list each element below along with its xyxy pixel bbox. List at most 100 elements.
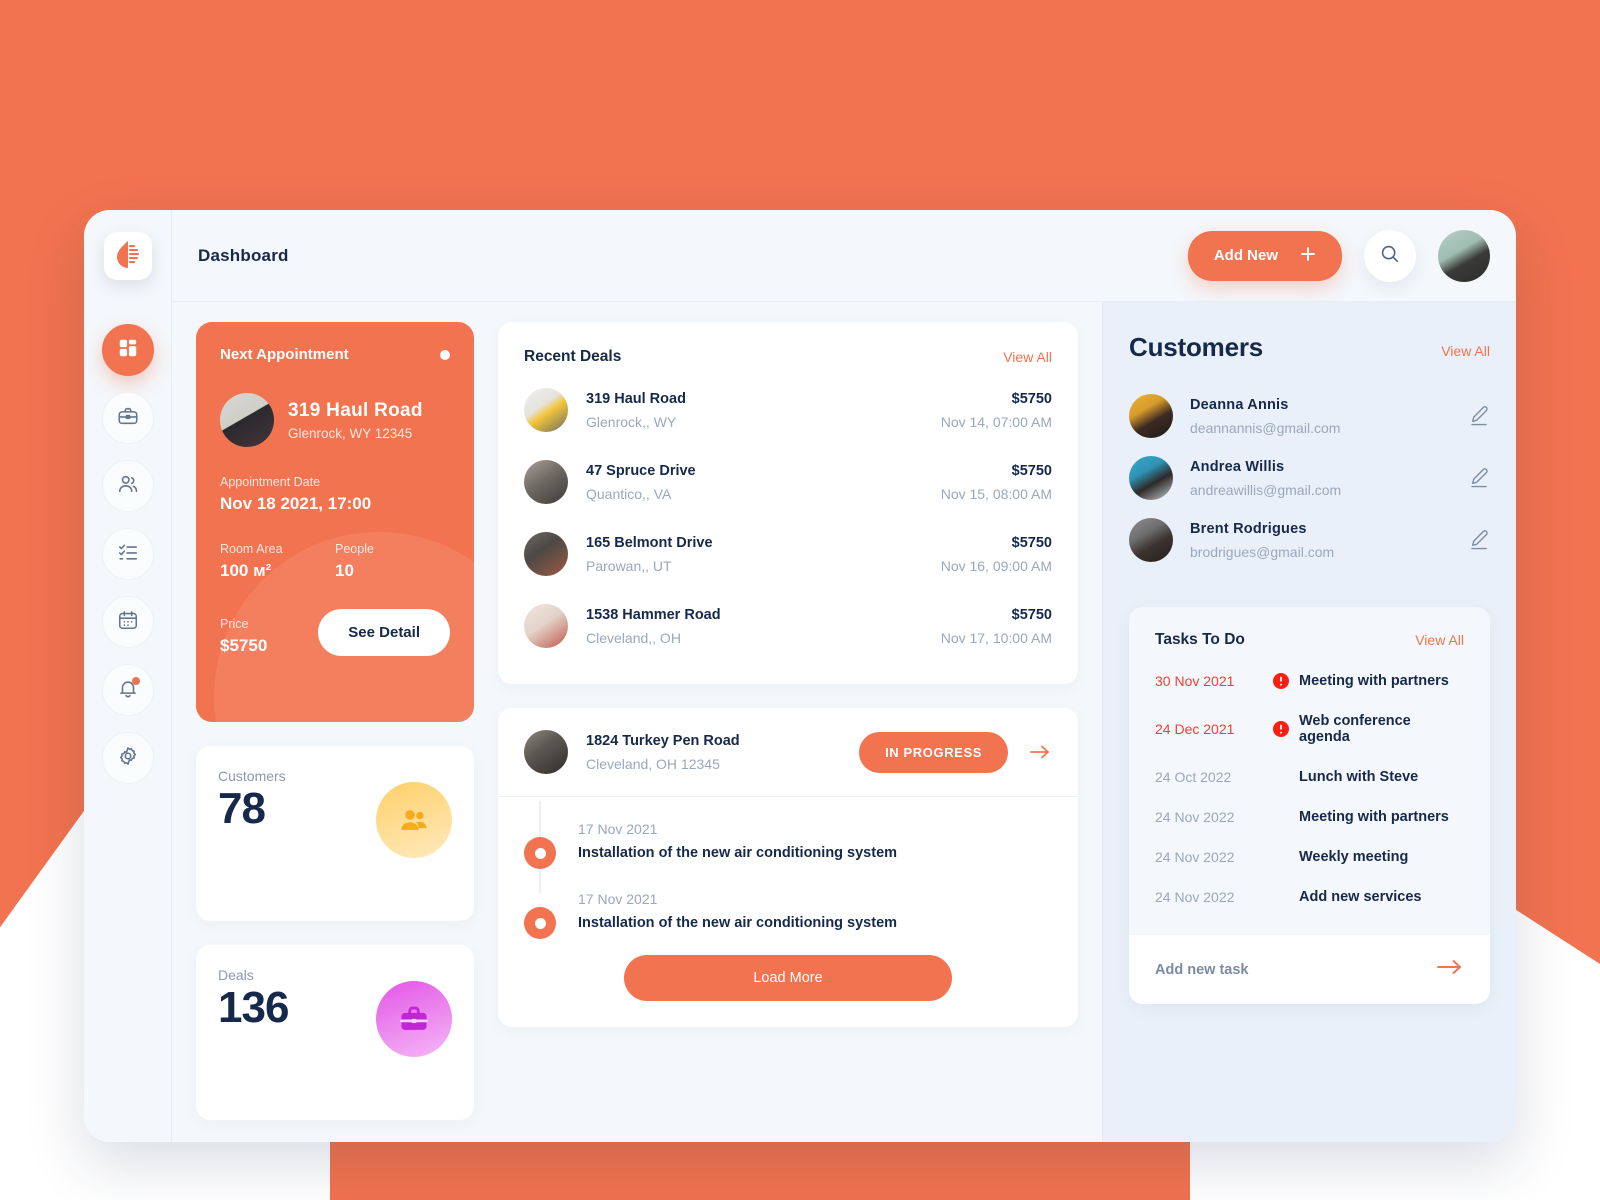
customer-email: andreawillis@gmail.com [1190, 481, 1342, 498]
avatar [1129, 518, 1173, 562]
recent-deals-header: Recent Deals View All [524, 348, 1052, 366]
status-badge[interactable]: IN PROGRESS [859, 731, 1008, 773]
people-value: 10 [335, 561, 354, 580]
stat-text: Deals 136 [218, 967, 289, 1032]
logo[interactable] [103, 210, 152, 302]
pencil-icon[interactable] [1468, 466, 1490, 490]
timeline-date: 17 Nov 2021 [578, 891, 658, 907]
alert-icon [1273, 673, 1299, 689]
list-item[interactable]: 24 Nov 2022 Add new services [1155, 877, 1464, 917]
tasks-view-all[interactable]: View All [1415, 632, 1464, 648]
table-row[interactable]: 319 Haul Road Glenrock,, WY $5750 Nov 14… [524, 374, 1052, 446]
add-new-label: Add New [1213, 247, 1278, 264]
list-item[interactable]: 24 Nov 2022 Meeting with partners [1155, 797, 1464, 837]
users-icon [117, 473, 139, 500]
arrow-right-icon[interactable] [1434, 957, 1464, 982]
deal-location: Parowan,, UT [586, 557, 672, 574]
stat-value: 136 [218, 983, 289, 1032]
list-item[interactable]: 24 Oct 2022 Lunch with Steve [1155, 757, 1464, 797]
recent-deals-title: Recent Deals [524, 348, 622, 365]
table-row[interactable]: 165 Belmont Drive Parowan,, UT $5750 Nov… [524, 518, 1052, 590]
add-new-task-label: Add new task [1155, 961, 1249, 978]
appointment-address: 319 Haul Road [288, 399, 423, 421]
grid-icon [117, 337, 139, 364]
deal-image [524, 604, 568, 648]
timeline-content: 17 Nov 2021 Installation of the new air … [578, 821, 897, 869]
appointment-footer: Price $5750 See Detail [220, 609, 450, 656]
center-column: Dashboard Add New Next Appointment 319 H… [172, 210, 1516, 1142]
appointment-status-dot [440, 349, 450, 360]
deal-location: Quantico,, VA [586, 485, 672, 502]
task-date: 24 Oct 2022 [1155, 769, 1232, 785]
pencil-icon[interactable] [1468, 528, 1490, 552]
right-pane: Customers View All Deanna Annis deannann… [1102, 302, 1516, 1142]
task-date: 24 Nov 2022 [1155, 889, 1235, 905]
page-title: Dashboard [198, 245, 289, 265]
deal-title: 47 Spruce Drive [586, 462, 696, 479]
sidebar-item-notifications[interactable] [101, 664, 154, 716]
table-row[interactable]: 47 Spruce Drive Quantico,, VA $5750 Nov … [524, 446, 1052, 518]
list-item[interactable]: 30 Nov 2021 Meeting with partners [1155, 661, 1464, 701]
customer-email: brodrigues@gmail.com [1190, 543, 1335, 560]
stat-label: Customers [218, 768, 286, 784]
deal-info: 165 Belmont Drive Parowan,, UT [586, 535, 941, 574]
list-item[interactable]: 24 Dec 2021 Web conference agenda [1155, 701, 1464, 757]
price-value: $5750 [220, 636, 268, 655]
deal-date: Nov 15, 08:00 AM [940, 485, 1052, 502]
arrow-right-icon[interactable] [1028, 742, 1052, 762]
plus-icon [1300, 246, 1316, 266]
room-area-label: Room Area [220, 542, 283, 556]
stat-card-customers: Customers 78 [196, 746, 474, 921]
list-item[interactable]: Andrea Willis andreawillis@gmail.com [1129, 447, 1490, 509]
topbar-actions: Add New [1187, 229, 1516, 282]
sidebar-item-customers[interactable] [101, 460, 154, 512]
deal-title: 1538 Hammer Road [586, 606, 721, 623]
topbar: Dashboard Add New [172, 210, 1516, 302]
deal-info: 1538 Hammer Road Cleveland,, OH [586, 607, 941, 646]
list-item[interactable]: Brent Rodrigues brodrigues@gmail.com [1129, 509, 1490, 571]
stat-label: Deals [218, 967, 254, 983]
customers-list: Deanna Annis deannannis@gmail.com Andrea… [1129, 385, 1490, 571]
recent-deals-card: Recent Deals View All 319 Haul Road Glen… [498, 322, 1078, 684]
deal-title: 319 Haul Road [586, 390, 686, 407]
deal-thumbnail [524, 532, 568, 576]
price-label: Price [220, 617, 249, 631]
briefcase-icon [376, 981, 452, 1057]
tasks-title: Tasks To Do [1155, 631, 1245, 648]
sidebar-item-settings[interactable] [101, 732, 154, 784]
customer-name: Brent Rodrigues [1190, 520, 1307, 537]
customer-info: Brent Rodrigues brodrigues@gmail.com [1190, 521, 1468, 560]
sidebar-item-deals[interactable] [101, 392, 154, 444]
list-item[interactable]: Deanna Annis deannannis@gmail.com [1129, 385, 1490, 447]
load-more-button[interactable]: Load More [624, 955, 952, 1001]
user-avatar[interactable] [1438, 229, 1490, 282]
sidebar-item-dashboard[interactable] [101, 324, 154, 376]
timeline-text: Installation of the new air conditioning… [578, 845, 898, 861]
see-detail-button[interactable]: See Detail [318, 609, 450, 656]
sidebar [84, 210, 172, 1142]
sidebar-item-tasks[interactable] [101, 528, 154, 580]
avatar-image [1129, 518, 1173, 562]
sidebar-item-calendar[interactable] [101, 596, 154, 648]
customers-title: Customers [1129, 332, 1264, 362]
timeline-marker [524, 891, 556, 939]
table-row[interactable]: 1538 Hammer Road Cleveland,, OH $5750 No… [524, 590, 1052, 662]
recent-deals-view-all[interactable]: View All [1003, 349, 1052, 365]
avatar-image [1129, 456, 1173, 500]
avatar [1129, 394, 1173, 438]
avatar-image [1129, 394, 1173, 438]
pencil-icon[interactable] [1468, 404, 1490, 428]
add-new-task-row[interactable]: Add new task [1129, 935, 1490, 1004]
search-button[interactable] [1364, 229, 1416, 282]
task-date: 24 Nov 2022 [1155, 849, 1235, 865]
deal-meta: $5750 Nov 17, 10:00 AM [941, 607, 1052, 646]
customer-name: Andrea Willis [1190, 458, 1285, 475]
customers-view-all[interactable]: View All [1441, 343, 1490, 359]
add-new-button[interactable]: Add New [1187, 230, 1342, 281]
deal-image [524, 388, 568, 432]
deal-thumbnail [524, 460, 568, 504]
timeline-content: 17 Nov 2021 Installation of the new air … [578, 891, 897, 939]
list-item: 17 Nov 2021 Installation of the new air … [524, 801, 1052, 893]
list-item[interactable]: 24 Nov 2022 Weekly meeting [1155, 837, 1464, 877]
customer-info: Andrea Willis andreawillis@gmail.com [1190, 459, 1468, 498]
